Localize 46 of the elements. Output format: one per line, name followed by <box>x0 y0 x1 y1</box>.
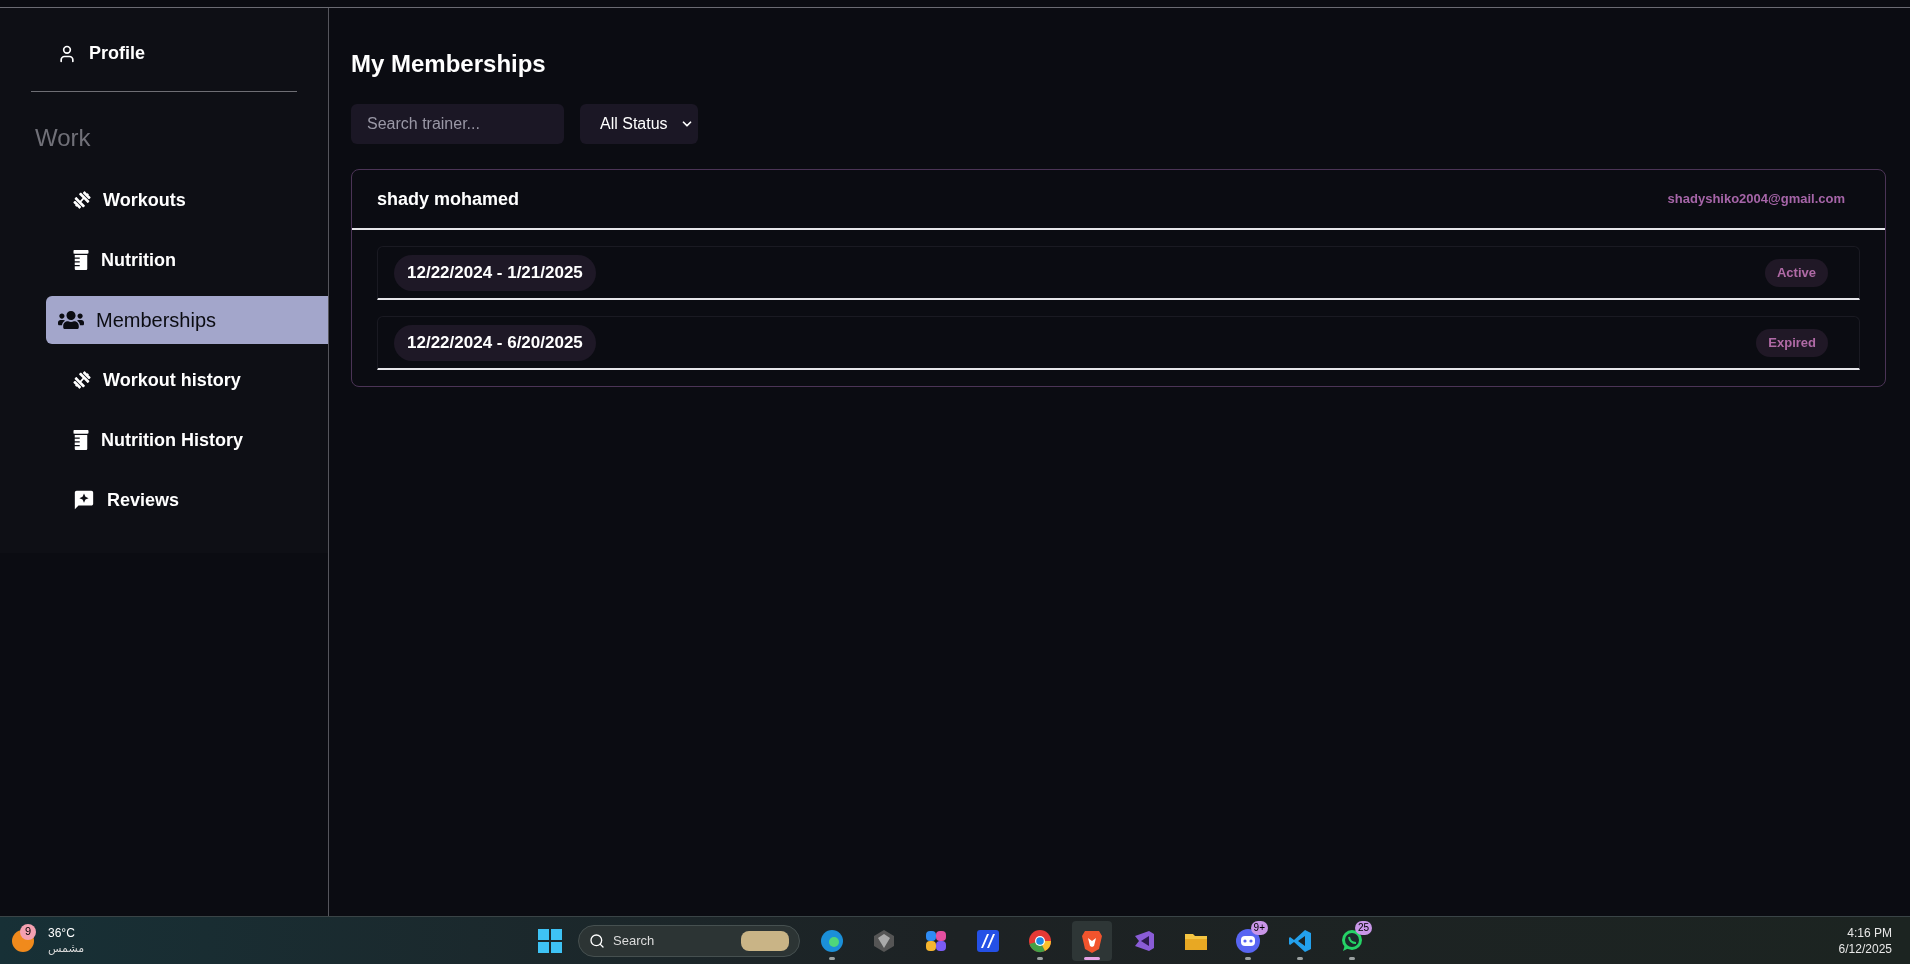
status-badge: Active <box>1764 258 1828 287</box>
taskbar-app[interactable]: 25 <box>1332 920 1372 961</box>
running-indicator <box>1349 956 1355 960</box>
sidebar-item[interactable]: Memberships <box>46 296 328 344</box>
status-dropdown[interactable]: All Status <box>580 104 698 144</box>
running-indicator <box>1245 956 1251 960</box>
notification-badge: 25 <box>1354 920 1372 935</box>
weather-badge: 9 <box>20 923 36 940</box>
profile-link[interactable]: Profile <box>57 40 145 67</box>
trainer-email: shadyshiko2004@gmail.com <box>1667 190 1845 209</box>
taskbar-app[interactable]: 9+ <box>1228 920 1268 961</box>
taskbar-app[interactable] <box>1072 920 1112 961</box>
sidebar-item[interactable]: Reviews <box>46 476 328 524</box>
temperature: 36°C <box>48 925 76 941</box>
bottle-icon <box>73 430 89 450</box>
sidebar-item[interactable]: Nutrition History <box>46 416 328 464</box>
running-indicator <box>1084 956 1100 960</box>
page-title: My Memberships <box>351 49 546 79</box>
weather-condition: مشمس <box>48 940 85 956</box>
browser-circle-icon <box>1027 927 1053 954</box>
start-icon[interactable] <box>538 928 562 953</box>
section-heading: Work <box>35 123 91 153</box>
notification-badge: 9+ <box>1250 920 1268 935</box>
review-icon <box>73 489 95 511</box>
search-icon <box>589 932 605 949</box>
trainer-name: shady mohamed <box>377 187 520 211</box>
sidebar-item[interactable]: Workout history <box>46 356 328 404</box>
clock-time: 4:16 PM <box>1847 924 1892 941</box>
code-editor-icon <box>1287 927 1313 954</box>
date-range: 12/22/2024 - 6/20/2025 <box>394 324 596 361</box>
sidebar-item[interactable]: Nutrition <box>46 236 328 284</box>
app-tile-icon <box>975 927 1001 954</box>
users-icon <box>58 309 84 331</box>
running-indicator <box>829 956 835 960</box>
hexagon-icon <box>871 927 897 954</box>
running-indicator <box>1037 956 1043 960</box>
taskbar-search-field[interactable]: Search <box>578 924 800 957</box>
bottle-icon <box>73 250 89 270</box>
search-field[interactable]: Search trainer... <box>351 104 564 144</box>
user-icon <box>57 43 77 64</box>
running-indicator <box>1297 956 1303 960</box>
sidebar-item[interactable]: Workouts <box>46 176 328 224</box>
clock-date: 6/12/2025 <box>1838 940 1892 957</box>
date-range: 12/22/2024 - 1/21/2025 <box>394 254 596 291</box>
status-badge: Expired <box>1756 328 1828 357</box>
browser-swirl-icon <box>819 927 845 954</box>
